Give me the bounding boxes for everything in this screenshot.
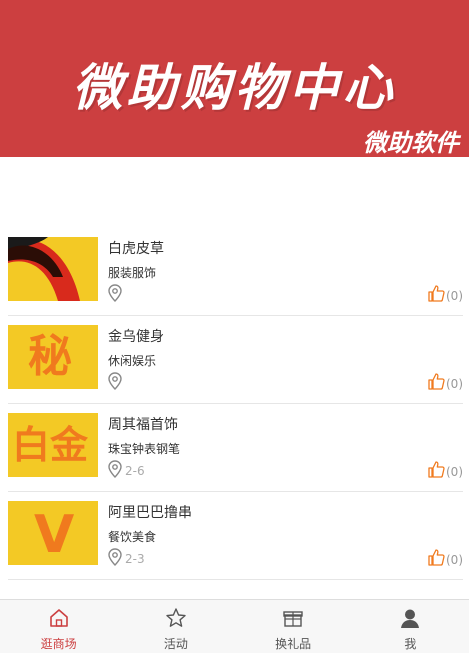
store-location: 2-3 xyxy=(108,548,145,570)
location-pin-icon xyxy=(108,460,122,482)
like-count: (0) xyxy=(446,288,463,303)
header-banner: 微助购物中心 微助软件 xyxy=(0,0,469,157)
tab-me[interactable]: 我 xyxy=(352,600,469,653)
store-category: 餐饮美食 xyxy=(108,530,157,544)
location-pin-icon xyxy=(108,372,122,394)
gift-icon xyxy=(282,607,304,633)
tab-gifts[interactable]: 换礼品 xyxy=(235,600,352,653)
location-text: 2-3 xyxy=(125,552,145,566)
like-button[interactable]: (0) xyxy=(428,373,463,394)
store-name[interactable]: 白虎皮草 xyxy=(108,238,164,258)
like-count: (0) xyxy=(446,552,463,567)
user-icon xyxy=(399,607,421,633)
thumbs-up-icon xyxy=(428,461,445,482)
store-list-item[interactable]: 白金 周其福首饰 珠宝钟表钢笔 2-6 (0) xyxy=(8,404,463,492)
store-location xyxy=(108,372,125,394)
like-count: (0) xyxy=(446,464,463,479)
store-list: 白虎皮草 服装服饰 (0) 秘 金乌健身 休闲娱乐 (0) 白金 周其福首饰 珠… xyxy=(0,228,469,580)
store-thumbnail: 秘 xyxy=(8,325,98,389)
store-list-item[interactable]: 秘 金乌健身 休闲娱乐 (0) xyxy=(8,316,463,404)
tab-mall[interactable]: 逛商场 xyxy=(0,600,117,653)
store-name[interactable]: 阿里巴巴撸串 xyxy=(108,502,192,522)
thumbs-up-icon xyxy=(428,549,445,570)
store-thumbnail xyxy=(8,237,98,301)
location-pin-icon xyxy=(108,548,122,570)
tab-label: 逛商场 xyxy=(40,637,77,651)
like-button[interactable]: (0) xyxy=(428,549,463,570)
store-list-item[interactable]: 白虎皮草 服装服饰 (0) xyxy=(8,228,463,316)
thumbs-up-icon xyxy=(428,373,445,394)
tab-label: 换礼品 xyxy=(275,637,312,651)
store-category: 珠宝钟表钢笔 xyxy=(108,442,181,456)
banner-title: 微助购物中心 xyxy=(72,59,397,117)
store-location xyxy=(108,284,125,306)
thumbnail-text: 秘 xyxy=(28,331,72,382)
thumbnail-text: 白金 xyxy=(12,423,89,467)
like-button[interactable]: (0) xyxy=(428,285,463,306)
banner-subtitle: 微助软件 xyxy=(363,129,459,157)
tab-label: 我 xyxy=(404,637,417,651)
like-count: (0) xyxy=(446,376,463,391)
bottom-tab-bar: 逛商场 活动 换礼品 我 xyxy=(0,599,469,653)
store-thumbnail: V xyxy=(8,501,98,565)
store-category: 服装服饰 xyxy=(108,266,157,280)
store-name[interactable]: 金乌健身 xyxy=(108,326,164,346)
tab-label: 活动 xyxy=(163,637,188,651)
store-list-item[interactable]: V 阿里巴巴撸串 餐饮美食 2-3 (0) xyxy=(8,492,463,580)
home-icon xyxy=(48,607,70,633)
thumbnail-text: V xyxy=(34,505,75,565)
location-pin-icon xyxy=(108,284,122,306)
like-button[interactable]: (0) xyxy=(428,461,463,482)
store-category: 休闲娱乐 xyxy=(108,354,157,368)
thumbs-up-icon xyxy=(428,285,445,306)
store-name[interactable]: 周其福首饰 xyxy=(108,414,178,434)
tab-activity[interactable]: 活动 xyxy=(117,600,234,653)
store-thumbnail: 白金 xyxy=(8,413,98,477)
star-icon xyxy=(165,607,187,633)
store-location: 2-6 xyxy=(108,460,145,482)
location-text: 2-6 xyxy=(125,464,145,478)
